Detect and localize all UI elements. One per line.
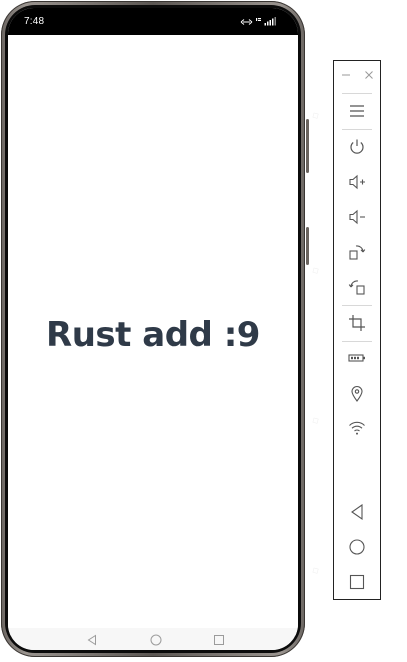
power-icon[interactable]: [345, 135, 369, 159]
watermark-icon: ◇: [309, 414, 321, 427]
watermark-icon: ◇: [309, 264, 321, 277]
minimize-icon[interactable]: [340, 69, 352, 81]
volume-down-icon[interactable]: [345, 205, 369, 229]
network-type-icon: [255, 13, 262, 31]
toolbar-divider: [342, 305, 372, 306]
navigation-bar: [8, 628, 298, 650]
battery-icon[interactable]: [345, 346, 369, 370]
location-icon[interactable]: [345, 381, 369, 405]
toolbar-divider: [342, 341, 372, 342]
status-bar: 7:48: [8, 8, 298, 35]
home-icon[interactable]: [150, 633, 162, 646]
volume-up-icon[interactable]: [345, 170, 369, 194]
rotate-left-icon[interactable]: [345, 275, 369, 299]
status-time: 7:48: [24, 16, 45, 27]
toolbar-divider: [342, 93, 372, 94]
watermark-icon: ◇: [309, 109, 321, 122]
recents-icon[interactable]: [345, 570, 369, 594]
rotate-right-icon[interactable]: [345, 240, 369, 264]
phone-frame: 7:48 Rust add:9: [1, 1, 309, 657]
data-transfer-icon: [240, 13, 253, 31]
recents-icon[interactable]: [213, 633, 225, 645]
close-icon[interactable]: [363, 69, 375, 81]
screenshot-crop-icon[interactable]: [345, 311, 369, 335]
toolbar-divider: [342, 129, 372, 130]
back-icon[interactable]: [345, 500, 369, 524]
menu-icon[interactable]: [345, 99, 369, 123]
rust-add-result-text: Rust add :9: [46, 315, 260, 355]
status-icons: [240, 16, 276, 27]
emulator-toolbar: [333, 60, 381, 600]
volume-side-button: [306, 119, 309, 173]
back-icon[interactable]: [86, 633, 98, 646]
emulator-window: 7:48 Rust add:9 ◇ ◇ ◇ ◇: [0, 0, 407, 662]
app-content: Rust add :9: [8, 35, 298, 628]
signal-icon: [264, 13, 276, 31]
home-icon[interactable]: [345, 535, 369, 559]
wifi-icon[interactable]: [345, 416, 369, 440]
phone-screen[interactable]: 7:48 Rust add:9: [8, 8, 298, 650]
watermark-icon: ◇: [309, 564, 321, 577]
toolbar-window-controls: [334, 61, 380, 91]
power-side-button: [306, 227, 309, 265]
